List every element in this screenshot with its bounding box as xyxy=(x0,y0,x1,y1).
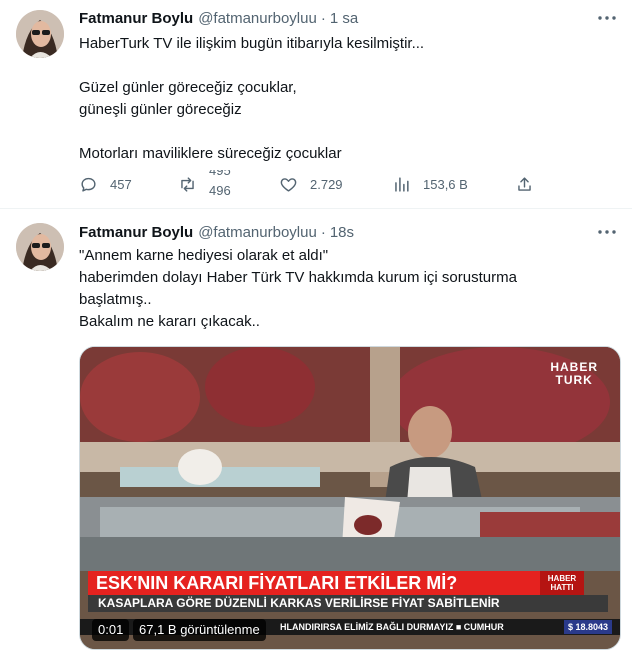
tweet-time[interactable]: 18s xyxy=(330,224,354,241)
reply-button[interactable]: 457 xyxy=(79,170,132,198)
bottom-ticker-text: HLANDIRIRSA ELİMİZ BAĞLI DURMAYIZ ■ CUMH… xyxy=(280,622,504,632)
avatar[interactable] xyxy=(16,223,64,271)
retweet-button[interactable]: 495 496 xyxy=(178,170,239,198)
video-elapsed-time: 0:01 xyxy=(92,619,130,641)
retweet-icon xyxy=(178,175,197,194)
share-button[interactable] xyxy=(515,170,534,198)
avatar[interactable] xyxy=(16,10,64,58)
like-icon xyxy=(279,175,298,194)
tweet-time[interactable]: 1 sa xyxy=(330,10,358,27)
tweet-header: Fatmanur Boylu @fatmanurboyluu · 1 sa xyxy=(79,8,358,28)
retweet-count-new: 496 xyxy=(209,183,231,198)
ticker-subline: KASAPLARA GÖRE DÜZENLİ KARKAS VERİLİRSE … xyxy=(88,595,608,612)
ticker-headline: ESK'NIN KARARI FİYATLARI ETKİLER Mİ? xyxy=(88,571,540,595)
tweet-line: Bakalım ne kararı çıkacak.. xyxy=(79,313,260,330)
retweet-count: 495 496 xyxy=(209,170,239,198)
tweet-line: haberimden dolayı Haber Türk TV hakkımda… xyxy=(79,269,517,286)
author-name[interactable]: Fatmanur Boylu xyxy=(79,10,193,27)
tweet-line: "Annem karne hediyesi olarak et aldı" xyxy=(79,247,329,264)
ticker-tag: HABER HATTI xyxy=(540,571,584,595)
tweet[interactable]: Fatmanur Boylu @fatmanurboyluu · 18s "An… xyxy=(0,209,632,653)
tweet-line: Güzel günler göreceğiz çocuklar, xyxy=(79,79,297,96)
reply-icon xyxy=(79,175,98,194)
more-icon[interactable] xyxy=(596,222,618,242)
views-count: 153,6 B xyxy=(423,176,468,192)
reply-count: 457 xyxy=(110,176,132,192)
author-handle[interactable]: @fatmanurboyluu xyxy=(198,10,317,27)
retweet-count-old: 495 xyxy=(209,170,231,178)
tweet-text: "Annem karne hediyesi olarak et aldı" ha… xyxy=(79,245,609,333)
video-view-count: 67,1 B görüntülenme xyxy=(133,619,266,641)
channel-logo-line: TURK xyxy=(555,373,593,387)
more-icon[interactable] xyxy=(596,8,618,28)
author-name[interactable]: Fatmanur Boylu xyxy=(79,224,193,241)
views-button[interactable]: 153,6 B xyxy=(392,170,468,198)
like-button[interactable]: 2.729 xyxy=(279,170,343,198)
tweet-line: güneşli günler göreceğiz xyxy=(79,101,242,118)
video-player[interactable]: HABER TURK ESK'NIN KARARI FİYATLARI ETKİ… xyxy=(79,346,621,650)
separator-dot: · xyxy=(320,9,326,27)
currency-rate: $ 18.8043 xyxy=(563,620,612,634)
author-handle[interactable]: @fatmanurboyluu xyxy=(198,224,317,241)
views-icon xyxy=(392,175,411,194)
tweet-line: Motorları maviliklere süreceğiz çocuklar xyxy=(79,145,342,162)
tweet-line: HaberTurk TV ile ilişkim bugün itibarıyl… xyxy=(79,35,425,52)
tweet-actions: 457 495 496 2.729 153,6 B xyxy=(79,170,539,198)
tweet-line: başlatmış.. xyxy=(79,291,152,308)
tweet-header: Fatmanur Boylu @fatmanurboyluu · 18s xyxy=(79,222,354,242)
tweet[interactable]: Fatmanur Boylu @fatmanurboyluu · 1 sa Ha… xyxy=(0,0,632,209)
news-ticker: ESK'NIN KARARI FİYATLARI ETKİLER Mİ? HAB… xyxy=(88,571,612,612)
ticker-tag-line: HATTI xyxy=(550,583,574,592)
like-count: 2.729 xyxy=(310,176,343,192)
tweet-text: HaberTurk TV ile ilişkim bugün itibarıyl… xyxy=(79,33,609,165)
separator-dot: · xyxy=(320,223,326,241)
ticker-tag-line: HABER xyxy=(547,574,577,583)
channel-logo: HABER TURK xyxy=(550,361,598,387)
share-icon xyxy=(515,175,534,194)
